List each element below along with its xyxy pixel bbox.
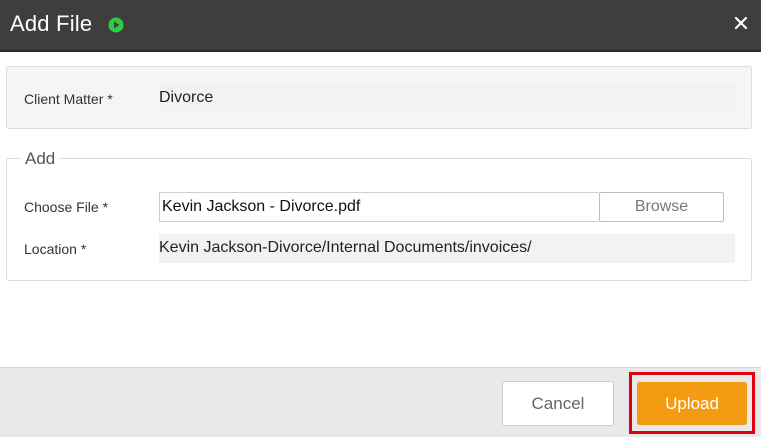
client-matter-label: Client Matter * — [24, 91, 113, 107]
browse-button[interactable]: Browse — [599, 192, 724, 222]
dialog-title: Add File — [10, 11, 93, 36]
location-label: Location * — [24, 241, 87, 257]
client-matter-panel: Client Matter * Divorce — [6, 66, 752, 129]
play-circle-icon[interactable] — [108, 17, 124, 33]
add-fieldset: Add Choose File * Kevin Jackson - Divorc… — [6, 148, 752, 281]
choose-file-label: Choose File * — [24, 199, 109, 215]
add-legend: Add — [21, 148, 60, 170]
dialog-header: Add File — [0, 0, 761, 52]
upload-button[interactable]: Upload — [637, 382, 747, 425]
choose-file-input[interactable]: Kevin Jackson - Divorce.pdf — [159, 192, 599, 222]
add-file-dialog: Add File Client Matter * Divorce Add Cho… — [0, 0, 761, 437]
client-matter-value: Divorce — [159, 84, 735, 112]
close-icon[interactable] — [733, 15, 749, 31]
dialog-footer: Cancel Upload — [0, 367, 761, 437]
cancel-button[interactable]: Cancel — [502, 381, 614, 426]
location-value: Kevin Jackson-Divorce/Internal Documents… — [159, 234, 735, 263]
upload-highlight-box: Upload — [629, 372, 755, 434]
